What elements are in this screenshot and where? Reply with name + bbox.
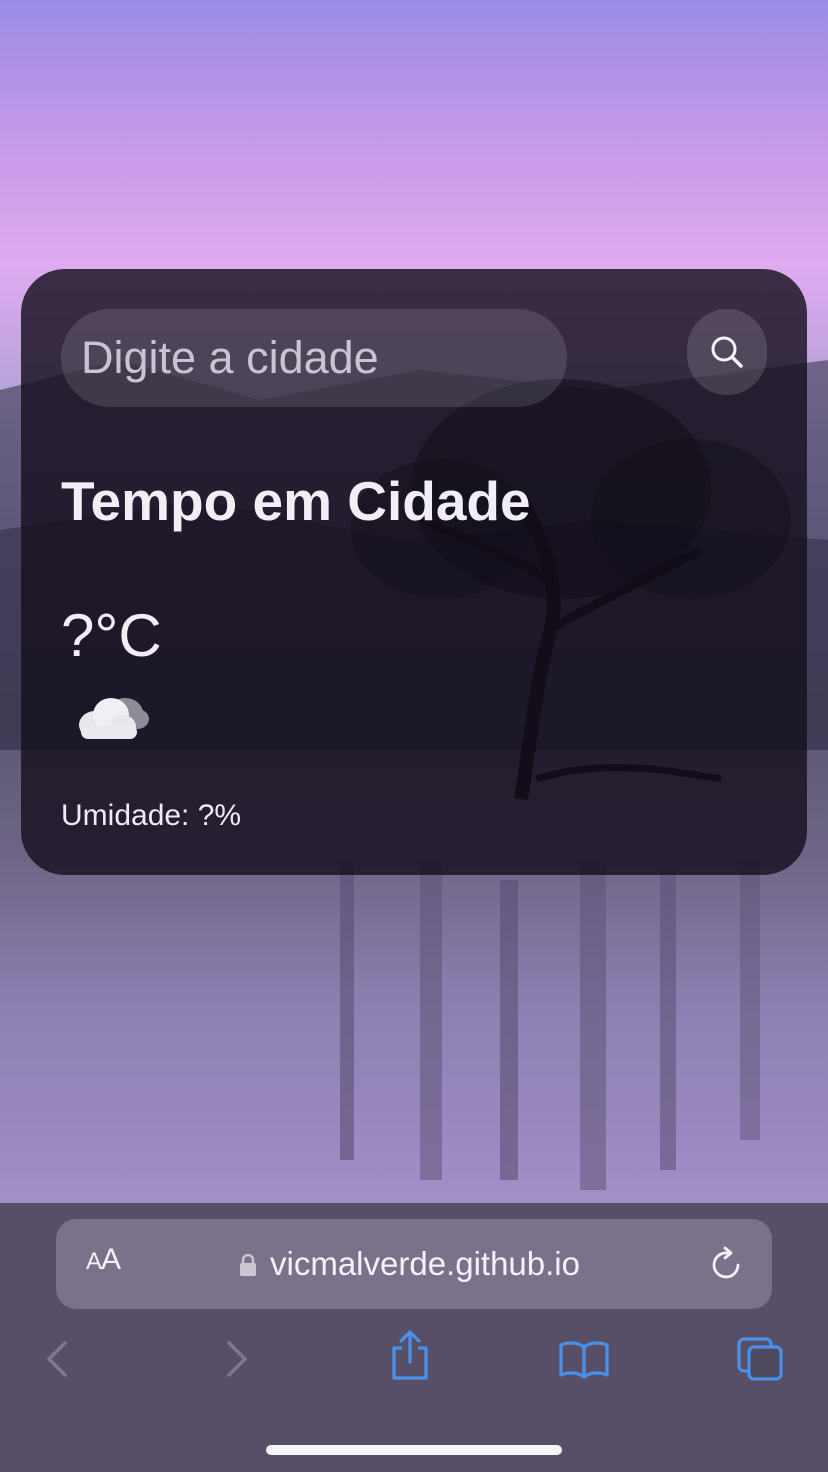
forward-icon	[227, 1341, 247, 1377]
tabs-button[interactable]	[734, 1333, 786, 1385]
weather-card: Tempo em Cidade ?°C Umidade: ?%	[21, 269, 807, 875]
search-button[interactable]	[687, 309, 767, 395]
browser-toolbar: AA vicmalverde.github.io	[0, 1203, 828, 1472]
temperature-value: ?°C	[61, 602, 162, 669]
share-icon	[392, 1330, 428, 1380]
bookmarks-icon	[559, 1341, 609, 1379]
share-button[interactable]	[384, 1329, 436, 1381]
screen: Tempo em Cidade ?°C Umidade: ?% AA vicma…	[0, 0, 828, 1472]
text-size-button[interactable]: AA	[86, 1243, 121, 1277]
cloud-icon	[79, 698, 149, 739]
humidity-text: Umidade: ?%	[61, 799, 242, 832]
search-row	[61, 309, 767, 407]
reload-icon[interactable]	[708, 1245, 746, 1283]
search-icon	[711, 336, 743, 368]
bookmarks-button[interactable]	[558, 1333, 610, 1385]
back-icon	[47, 1341, 67, 1377]
back-button[interactable]	[32, 1333, 84, 1385]
lock-icon	[240, 1253, 256, 1276]
url-text[interactable]: vicmalverde.github.io	[270, 1245, 580, 1283]
forward-button[interactable]	[210, 1333, 262, 1385]
city-search-input[interactable]	[61, 309, 567, 407]
aa-small-label: A	[86, 1248, 102, 1275]
tree-silhouette	[351, 379, 791, 801]
aa-large-label: A	[101, 1243, 121, 1276]
background-tree-reflection	[340, 860, 760, 1190]
tabs-icon	[737, 1337, 783, 1381]
address-bar[interactable]: AA vicmalverde.github.io	[56, 1219, 772, 1309]
home-indicator[interactable]	[266, 1445, 562, 1455]
city-title: Tempo em Cidade	[61, 470, 531, 532]
